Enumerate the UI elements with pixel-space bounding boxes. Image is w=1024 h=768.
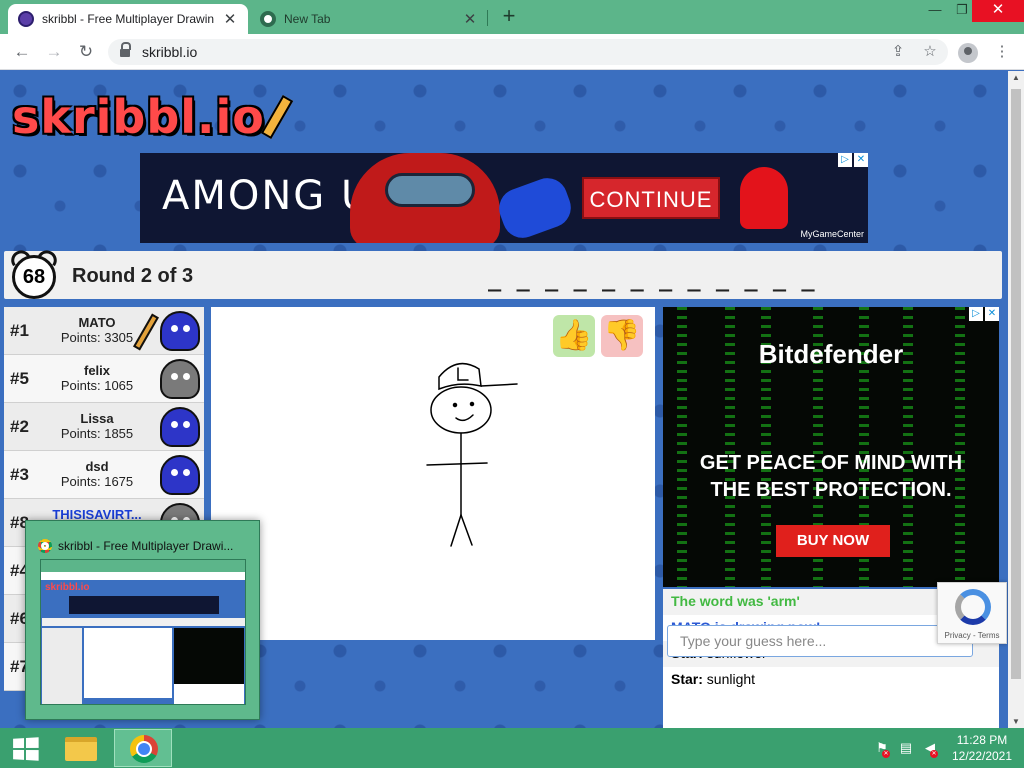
game-header: 68 Round 2 of 3 _ _ _ _ _ _ _ _ _ _ _ _ — [4, 251, 1002, 299]
avatar — [160, 311, 200, 351]
round-indicator: Round 2 of 3 — [72, 265, 194, 287]
stick-figure-drawing — [426, 362, 518, 547]
avatar — [160, 407, 200, 447]
folder-icon — [65, 737, 97, 761]
logo-pencil-icon — [260, 94, 294, 140]
system-clock[interactable]: 11:28 PM 12/22/2021 — [946, 732, 1018, 764]
taskbar-window-preview[interactable]: skribbl - Free Multiplayer Drawi... skri… — [25, 520, 260, 720]
tab-title: skribbl - Free Multiplayer Drawin — [42, 12, 215, 26]
chat-text: sunlight — [706, 671, 756, 687]
adchoices-icon[interactable]: ▷ — [838, 153, 852, 167]
reload-icon[interactable]: ↻ — [74, 40, 98, 64]
word-hint: _ _ _ _ _ _ _ _ _ _ _ _ — [488, 267, 816, 292]
chrome-favicon-icon — [260, 11, 276, 27]
tab-new-tab[interactable]: New Tab ✕ — [250, 4, 488, 34]
player-points: Points: 1855 — [60, 426, 134, 441]
preview-title: skribbl - Free Multiplayer Drawi... — [38, 539, 233, 553]
close-window-button[interactable]: ✕ — [972, 0, 1024, 22]
adchoices-icon[interactable]: ▷ — [969, 307, 983, 321]
player-row[interactable]: #1 MATO Points: 3305 — [4, 307, 204, 355]
windows-logo-icon — [13, 737, 39, 761]
back-icon[interactable]: ← — [10, 40, 34, 64]
timer-clock-icon: 68 — [12, 255, 56, 299]
url-text[interactable]: skribbl.io — [142, 44, 197, 60]
bitdefender-ad[interactable]: Bitdefender GET PEACE OF MIND WITH THE B… — [663, 307, 999, 587]
player-rank: #1 — [10, 321, 29, 340]
ad-close-icon[interactable]: ✕ — [854, 153, 868, 167]
tab-title: New Tab — [284, 12, 331, 26]
clock-date: 12/22/2021 — [951, 749, 1013, 763]
player-name: Lissa — [80, 411, 114, 426]
clock-time: 11:28 PM — [956, 733, 1008, 747]
recaptcha-terms[interactable]: Privacy - Terms — [938, 631, 1006, 640]
chrome-taskbar-button[interactable] — [114, 729, 172, 767]
address-bar[interactable]: skribbl.io — [108, 39, 948, 65]
player-name: MATO — [78, 315, 116, 330]
player-row[interactable]: #5 felix Points: 1065 — [4, 355, 204, 403]
chat-message: Star: sunlight — [663, 667, 999, 693]
chrome-icon — [130, 735, 158, 763]
flag-error-icon: ✕ — [882, 750, 890, 758]
timer-value: 68 — [22, 266, 46, 288]
chrome-icon — [38, 539, 52, 553]
page-scrollbar[interactable]: ▲ ▼ — [1008, 71, 1024, 728]
thumbnail-logo: skribbl.io — [45, 582, 90, 593]
tab-skribbl[interactable]: skribbl - Free Multiplayer Drawin ✕ — [8, 4, 248, 34]
recaptcha-icon — [955, 589, 991, 625]
share-icon[interactable]: ⇪ — [886, 40, 910, 64]
player-points: Points: 1675 — [60, 474, 134, 489]
crewmate-visor-image — [385, 173, 475, 207]
ad-continue-button[interactable]: CONTINUE — [582, 177, 720, 219]
forward-icon[interactable]: → — [42, 40, 66, 64]
player-rank: #5 — [10, 369, 29, 388]
buy-now-button[interactable]: BUY NOW — [776, 525, 890, 557]
player-rank: #3 — [10, 465, 29, 484]
star-icon[interactable]: ☆ — [918, 40, 942, 64]
mute-icon: ✕ — [930, 750, 938, 758]
profile-icon[interactable] — [958, 43, 978, 63]
ad-headline: GET PEACE OF MIND WITH THE BEST PROTECTI… — [699, 452, 963, 501]
tab-strip: skribbl - Free Multiplayer Drawin ✕ New … — [0, 0, 1024, 34]
lock-icon[interactable] — [120, 42, 131, 58]
logo-text: skribbl.io — [12, 90, 265, 144]
scroll-down-icon[interactable]: ▼ — [1008, 717, 1024, 726]
recaptcha-badge[interactable]: Privacy - Terms — [937, 582, 1007, 644]
guess-input[interactable] — [667, 625, 973, 657]
player-rank: #2 — [10, 417, 29, 436]
player-points: Points: 3305 — [60, 330, 134, 345]
among-us-ad[interactable]: AMONG US CONTINUE MyGameCenter ▷ ✕ — [140, 153, 868, 243]
tab-close-icon[interactable]: ✕ — [462, 10, 478, 28]
scroll-up-icon[interactable]: ▲ — [1008, 73, 1024, 82]
player-points: Points: 1065 — [60, 378, 134, 393]
player-row[interactable]: #2 Lissa Points: 1855 — [4, 403, 204, 451]
avatar — [160, 455, 200, 495]
ad-close-icon[interactable]: ✕ — [985, 307, 999, 321]
tab-separator — [487, 10, 488, 26]
blue-crewmate-image — [493, 172, 577, 243]
player-row[interactable]: #3 dsd Points: 1675 — [4, 451, 204, 499]
avatar — [160, 359, 200, 399]
network-icon[interactable]: ▤ — [898, 740, 914, 756]
browser-toolbar: ← → ↻ skribbl.io ⇪ ☆ ⋮ — [0, 34, 1024, 70]
drawing-canvas[interactable]: 👍 👎 — [211, 307, 655, 640]
tab-close-icon[interactable]: ✕ — [222, 10, 238, 28]
new-tab-button[interactable]: + — [497, 5, 521, 29]
scrollbar-thumb[interactable] — [1011, 89, 1021, 679]
menu-icon[interactable]: ⋮ — [990, 40, 1014, 64]
player-name: felix — [83, 363, 110, 378]
preview-thumbnail[interactable]: skribbl.io — [40, 559, 246, 705]
skribbl-favicon-icon — [18, 11, 34, 27]
ad-sponsor: MyGameCenter — [800, 229, 864, 239]
ad-brand: Bitdefender — [758, 339, 904, 369]
start-button[interactable] — [0, 728, 48, 768]
windows-taskbar: ⚑ ✕ ▤ ◀ ✕ 11:28 PM 12/22/2021 — [0, 728, 1024, 768]
skribbl-logo: skribbl.io — [12, 87, 294, 147]
small-crewmate-image — [740, 167, 788, 229]
chat-user: Star: — [671, 671, 703, 687]
player-name: dsd — [85, 459, 109, 474]
file-explorer-button[interactable] — [52, 729, 110, 767]
